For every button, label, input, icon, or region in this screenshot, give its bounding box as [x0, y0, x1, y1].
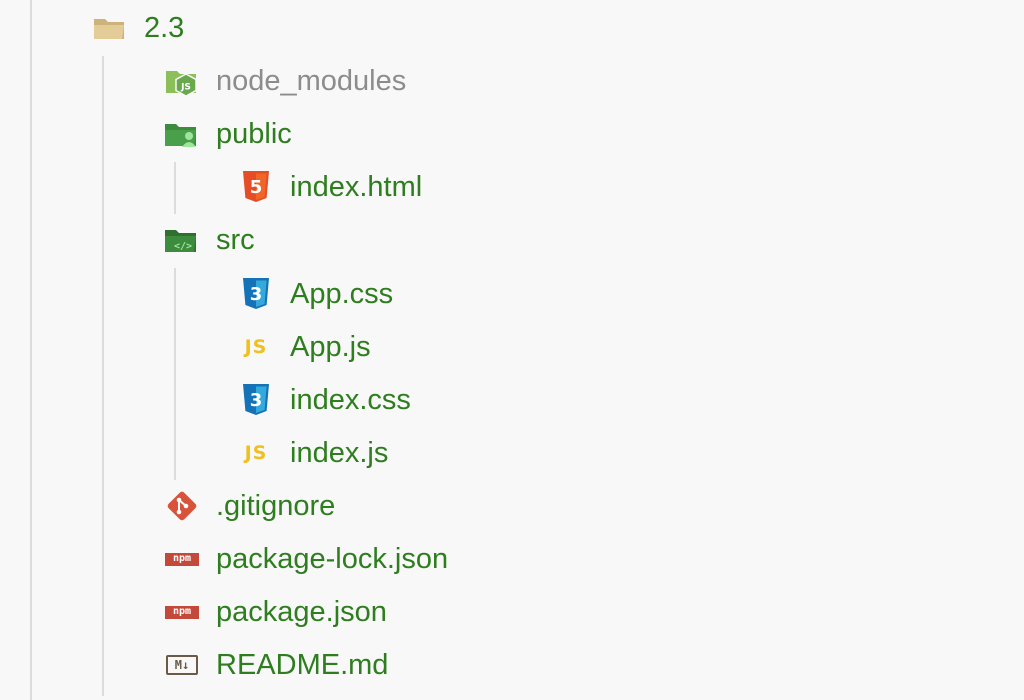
tree-item-label: .gitignore	[216, 490, 336, 522]
tree-item-label: public	[216, 118, 292, 150]
svg-text:</>: </>	[174, 241, 192, 252]
tree-item-folder-src[interactable]: </> src	[164, 220, 255, 260]
tree-item-file-package-json[interactable]: npm package.json	[164, 592, 387, 632]
file-explorer-tree: 2.3 JS node_modules public 5 index.html …	[0, 0, 1024, 700]
tree-item-file-app-js[interactable]: JS App.js	[238, 327, 371, 367]
css3-icon: 3	[238, 276, 274, 312]
markdown-icon: M↓	[164, 647, 200, 683]
indent-guide-src	[174, 268, 176, 480]
tree-item-file-app-css[interactable]: 3 App.css	[238, 274, 393, 314]
css3-icon: 3	[238, 382, 274, 418]
src-folder-icon: </>	[164, 222, 200, 258]
tree-item-label: README.md	[216, 649, 389, 681]
javascript-icon: JS	[244, 336, 268, 358]
git-icon	[164, 488, 200, 524]
tree-item-file-index-js[interactable]: JS index.js	[238, 433, 389, 473]
tree-item-label: index.css	[290, 384, 411, 416]
folder-open-icon	[92, 10, 128, 46]
indent-guide-public	[174, 162, 176, 214]
indent-guide-root	[102, 56, 104, 696]
npm-icon: npm	[164, 541, 200, 577]
tree-item-label: App.js	[290, 331, 371, 363]
tree-item-label: App.css	[290, 278, 394, 310]
tree-item-label: index.html	[290, 171, 423, 203]
tree-item-label: package-lock.json	[216, 543, 449, 575]
tree-item-label: node_modules	[216, 65, 407, 97]
svg-text:3: 3	[250, 284, 263, 305]
tree-item-file-index-html[interactable]: 5 index.html	[238, 167, 422, 207]
javascript-icon: JS	[244, 442, 268, 464]
nodejs-folder-icon: JS	[164, 63, 200, 99]
svg-text:5: 5	[250, 177, 263, 198]
indent-guide-outer	[30, 0, 32, 700]
tree-item-label: 2.3	[144, 12, 185, 44]
tree-item-file-readme-md[interactable]: M↓ README.md	[164, 645, 388, 685]
svg-text:JS: JS	[180, 83, 191, 93]
public-folder-icon	[164, 116, 200, 152]
html5-icon: 5	[238, 169, 274, 205]
tree-item-label: index.js	[290, 437, 389, 469]
tree-item-folder-public[interactable]: public	[164, 114, 292, 154]
svg-text:3: 3	[250, 390, 263, 411]
tree-item-file-gitignore[interactable]: .gitignore	[164, 486, 335, 526]
tree-item-file-index-css[interactable]: 3 index.css	[238, 380, 411, 420]
tree-item-node-modules[interactable]: JS node_modules	[164, 61, 406, 101]
tree-item-file-package-lock-json[interactable]: npm package-lock.json	[164, 539, 448, 579]
npm-icon: npm	[164, 594, 200, 630]
tree-item-label: src	[216, 224, 255, 256]
tree-item-folder-2-3[interactable]: 2.3	[92, 8, 184, 48]
tree-item-label: package.json	[216, 596, 387, 628]
